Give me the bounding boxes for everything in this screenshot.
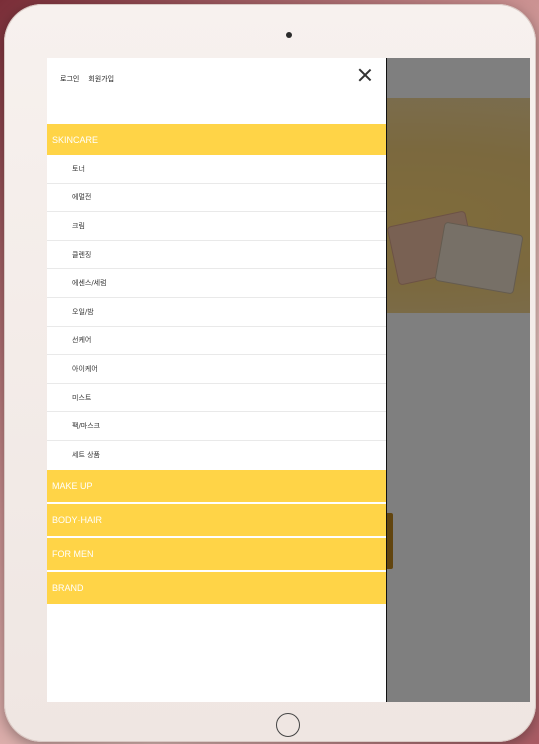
submenu-item-mist[interactable]: 미스트 bbox=[47, 384, 386, 413]
drawer-divider bbox=[386, 58, 387, 702]
signup-link[interactable]: 회원가입 bbox=[88, 74, 114, 84]
category-makeup[interactable]: MAKE UP bbox=[47, 469, 386, 504]
submenu-item-set[interactable]: 세트 상품 bbox=[47, 441, 386, 470]
submenu-item-cream[interactable]: 크림 bbox=[47, 212, 386, 241]
submenu-item-essence-serum[interactable]: 에센스/세럼 bbox=[47, 269, 386, 298]
side-menu-drawer: 로그인 회원가입 SKINCARE 토너 에멀전 크림 클렌징 에센스/세럼 오… bbox=[47, 58, 386, 702]
submenu-item-cleansing[interactable]: 클렌징 bbox=[47, 241, 386, 270]
submenu-item-eyecare[interactable]: 아이케어 bbox=[47, 355, 386, 384]
submenu-item-pack-mask[interactable]: 팩/마스크 bbox=[47, 412, 386, 441]
submenu-item-oil-balm[interactable]: 오일/밤 bbox=[47, 298, 386, 327]
submenu-item-emulsion[interactable]: 에멀전 bbox=[47, 184, 386, 213]
tablet-device: 로그인 회원가입 SKINCARE 토너 에멀전 크림 클렌징 에센스/세럼 오… bbox=[4, 4, 536, 742]
category-for-men[interactable]: FOR MEN bbox=[47, 537, 386, 572]
close-icon[interactable] bbox=[357, 67, 373, 83]
home-button[interactable] bbox=[276, 713, 300, 737]
camera-icon bbox=[286, 32, 292, 38]
skincare-submenu: 토너 에멀전 크림 클렌징 에센스/세럼 오일/밤 선케어 아이케어 미스트 팩… bbox=[47, 155, 386, 470]
login-link[interactable]: 로그인 bbox=[60, 74, 79, 84]
submenu-item-toner[interactable]: 토너 bbox=[47, 155, 386, 184]
category-brand[interactable]: BRAND bbox=[47, 571, 386, 606]
drawer-header: 로그인 회원가입 bbox=[47, 58, 386, 124]
category-body-hair[interactable]: BODY·HAIR bbox=[47, 503, 386, 538]
auth-links: 로그인 회원가입 bbox=[60, 74, 114, 84]
submenu-item-suncare[interactable]: 선케어 bbox=[47, 327, 386, 356]
category-list: MAKE UP BODY·HAIR FOR MEN BRAND bbox=[47, 469, 386, 606]
tablet-screen: 로그인 회원가입 SKINCARE 토너 에멀전 크림 클렌징 에센스/세럼 오… bbox=[47, 58, 530, 702]
category-skincare[interactable]: SKINCARE bbox=[47, 124, 386, 155]
